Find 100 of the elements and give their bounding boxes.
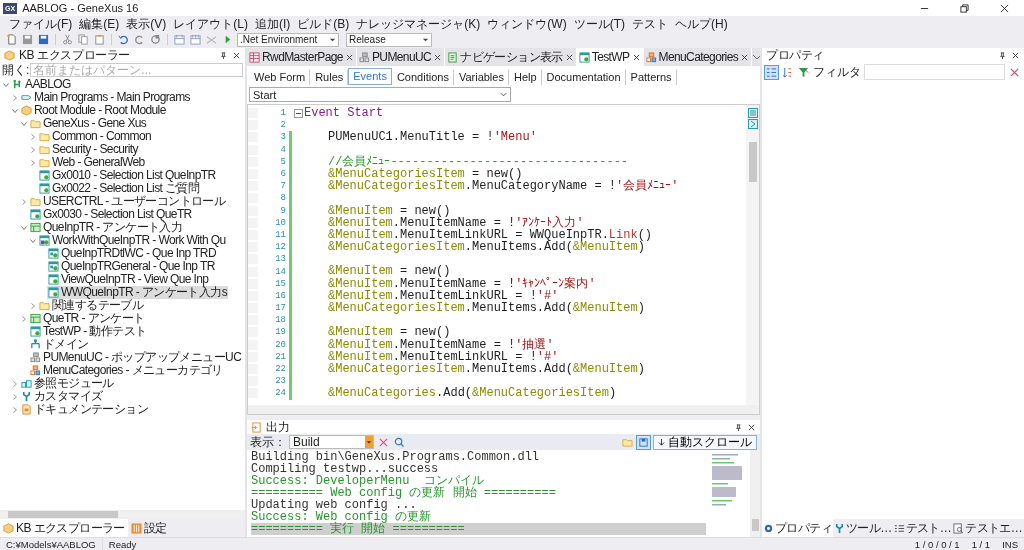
tree-item[interactable]: QueInpTR - アンケート入力 <box>29 221 184 234</box>
panel-tab[interactable]: プロパティ <box>762 519 833 537</box>
section-tab[interactable]: Web Form <box>249 68 311 85</box>
close-icon[interactable] <box>1011 51 1020 60</box>
chevron-icon[interactable] <box>2 80 10 89</box>
undo-icon[interactable] <box>117 33 130 46</box>
scrollbar[interactable] <box>746 105 759 405</box>
scrollbar[interactable] <box>248 405 759 414</box>
document-tab[interactable]: TestWP <box>576 48 644 66</box>
menu-item[interactable]: 追加(I) <box>252 16 294 32</box>
section-tab[interactable]: Variables <box>453 68 509 85</box>
event-dropdown[interactable]: Start <box>249 87 511 102</box>
tree-item[interactable]: QueInpTRDtlWC - Que Inp TRD <box>47 247 217 260</box>
tree-item[interactable]: カスタマイズ <box>20 390 104 403</box>
tree-item[interactable]: ドキュメンテーション <box>20 403 149 416</box>
menu-item[interactable]: 編集(E) <box>76 16 123 32</box>
rebuild-icon[interactable] <box>189 33 202 46</box>
tree-item[interactable]: ドメイン <box>29 338 90 351</box>
chevron-icon[interactable] <box>11 106 19 115</box>
chevron-icon[interactable] <box>20 119 28 128</box>
panel-tab[interactable]: ツール… <box>833 519 893 537</box>
tree-item[interactable]: Security - Security <box>38 143 139 156</box>
tree-item[interactable]: GeneXus - Gene Xus <box>29 117 148 130</box>
tree-item[interactable]: WorkWithQueInpTR - Work With Qu <box>38 234 227 247</box>
tree-item[interactable]: AABLOG <box>11 78 72 91</box>
pin-icon[interactable] <box>998 51 1007 60</box>
tree-item[interactable]: Common - Common <box>38 130 153 143</box>
pin-icon[interactable] <box>219 51 228 60</box>
section-tab[interactable]: Documentation <box>541 68 626 85</box>
tree-item[interactable]: Main Programs - Main Programs <box>20 91 191 104</box>
menu-item[interactable]: 表示(V) <box>123 16 170 32</box>
copy-icon[interactable] <box>77 33 90 46</box>
close-icon[interactable] <box>747 422 756 432</box>
close-icon[interactable] <box>232 51 241 60</box>
section-tab[interactable]: Events <box>348 68 392 85</box>
pin-icon[interactable] <box>734 422 743 432</box>
navigate-icon[interactable] <box>747 119 758 129</box>
panel-tab[interactable]: 設定 <box>127 519 170 537</box>
filter-field[interactable] <box>864 64 1005 80</box>
panel-tab[interactable]: テストエ… <box>952 519 1024 537</box>
tree-item[interactable]: Web - GeneralWeb <box>38 156 146 169</box>
tree-item[interactable]: QueInpTRGeneral - Que Inp TR <box>47 260 216 273</box>
chevron-icon[interactable] <box>29 236 37 245</box>
tree-item[interactable]: Gx0010 - Selection List QueInpTR <box>38 169 217 182</box>
close-tab-icon[interactable] <box>344 52 354 62</box>
section-tab[interactable]: Patterns <box>625 68 677 85</box>
scrollbar[interactable] <box>0 510 245 519</box>
menu-item[interactable]: ウィンドウ(W) <box>484 16 570 32</box>
save-icon[interactable] <box>637 435 650 449</box>
tree-item[interactable]: ViewQueInpTR - View Que Inp <box>47 273 210 286</box>
save-icon[interactable] <box>21 33 34 46</box>
scrollbar-thumb[interactable] <box>8 511 118 518</box>
tree-item[interactable]: 関連するテーブル <box>38 299 145 312</box>
close-tab-icon[interactable] <box>631 52 641 62</box>
refresh-icon[interactable] <box>149 33 162 46</box>
close-tab-icon[interactable] <box>740 52 750 62</box>
section-tab[interactable]: Help <box>508 68 542 85</box>
sort-icon[interactable] <box>781 65 794 79</box>
menu-item[interactable]: ツール(T) <box>570 16 628 32</box>
redo-icon[interactable] <box>133 33 146 46</box>
tree-item[interactable]: 参照モジュール <box>20 377 115 390</box>
close-tab-icon[interactable] <box>564 52 574 62</box>
search-icon[interactable] <box>393 435 406 449</box>
tree-item[interactable]: MenuCategories - メニューカテゴリ <box>29 364 224 377</box>
tree-item[interactable]: PUMenuUC - ポップアップメニューUC <box>29 351 243 364</box>
close-icon[interactable] <box>999 3 1009 13</box>
panel-tab[interactable]: KB エクスプローラー <box>0 519 128 537</box>
split-view-icon[interactable] <box>747 108 758 118</box>
search-field[interactable]: 名前またはパターン... <box>30 63 243 77</box>
scrollbar-thumb[interactable] <box>748 142 757 182</box>
configuration-dropdown[interactable]: Release <box>346 32 432 47</box>
menu-item[interactable]: ナレッジマネージャ(K) <box>353 16 484 32</box>
tree-item[interactable]: WWQueInpTR - アンケート入力s <box>47 286 229 299</box>
build-icon[interactable] <box>173 33 186 46</box>
section-tab[interactable]: Rules <box>310 68 349 85</box>
categorized-icon[interactable] <box>765 65 778 79</box>
close-tab-icon[interactable] <box>433 52 443 62</box>
tree-item[interactable]: QueTR - アンケート <box>29 312 146 325</box>
menu-item[interactable]: ビルド(B) <box>294 16 353 32</box>
tree-item[interactable]: USERCTRL - ユーザーコントロール <box>29 195 227 208</box>
chevron-icon[interactable] <box>20 223 28 232</box>
tree-item[interactable]: TestWP - 動作テスト <box>29 325 148 338</box>
paste-icon[interactable] <box>93 33 106 46</box>
new-file-icon[interactable] <box>5 33 18 46</box>
environment-dropdown[interactable]: .Net Environment <box>237 32 339 47</box>
cancel-build-icon[interactable] <box>205 33 218 46</box>
menu-item[interactable]: ヘルプ(H) <box>672 16 731 32</box>
scrollbar-thumb[interactable] <box>751 519 759 531</box>
menu-item[interactable]: レイアウト(L) <box>170 16 251 32</box>
output-source-dropdown[interactable]: Build <box>289 435 374 449</box>
restore-icon[interactable] <box>959 3 969 13</box>
filter-icon[interactable] <box>797 65 810 79</box>
cut-icon[interactable] <box>61 33 74 46</box>
auto-scroll-button[interactable]: 自動スクロール <box>653 434 757 450</box>
save-all-icon[interactable] <box>37 33 50 46</box>
tree-item[interactable]: Gx0022 - Selection List ご質問 <box>38 182 201 195</box>
menu-item[interactable]: テスト <box>629 16 671 32</box>
scrollbar[interactable] <box>750 450 760 537</box>
panel-tab[interactable]: テスト… <box>892 519 953 537</box>
tree-item[interactable]: Gx0030 - Selection List QueTR <box>29 208 193 221</box>
